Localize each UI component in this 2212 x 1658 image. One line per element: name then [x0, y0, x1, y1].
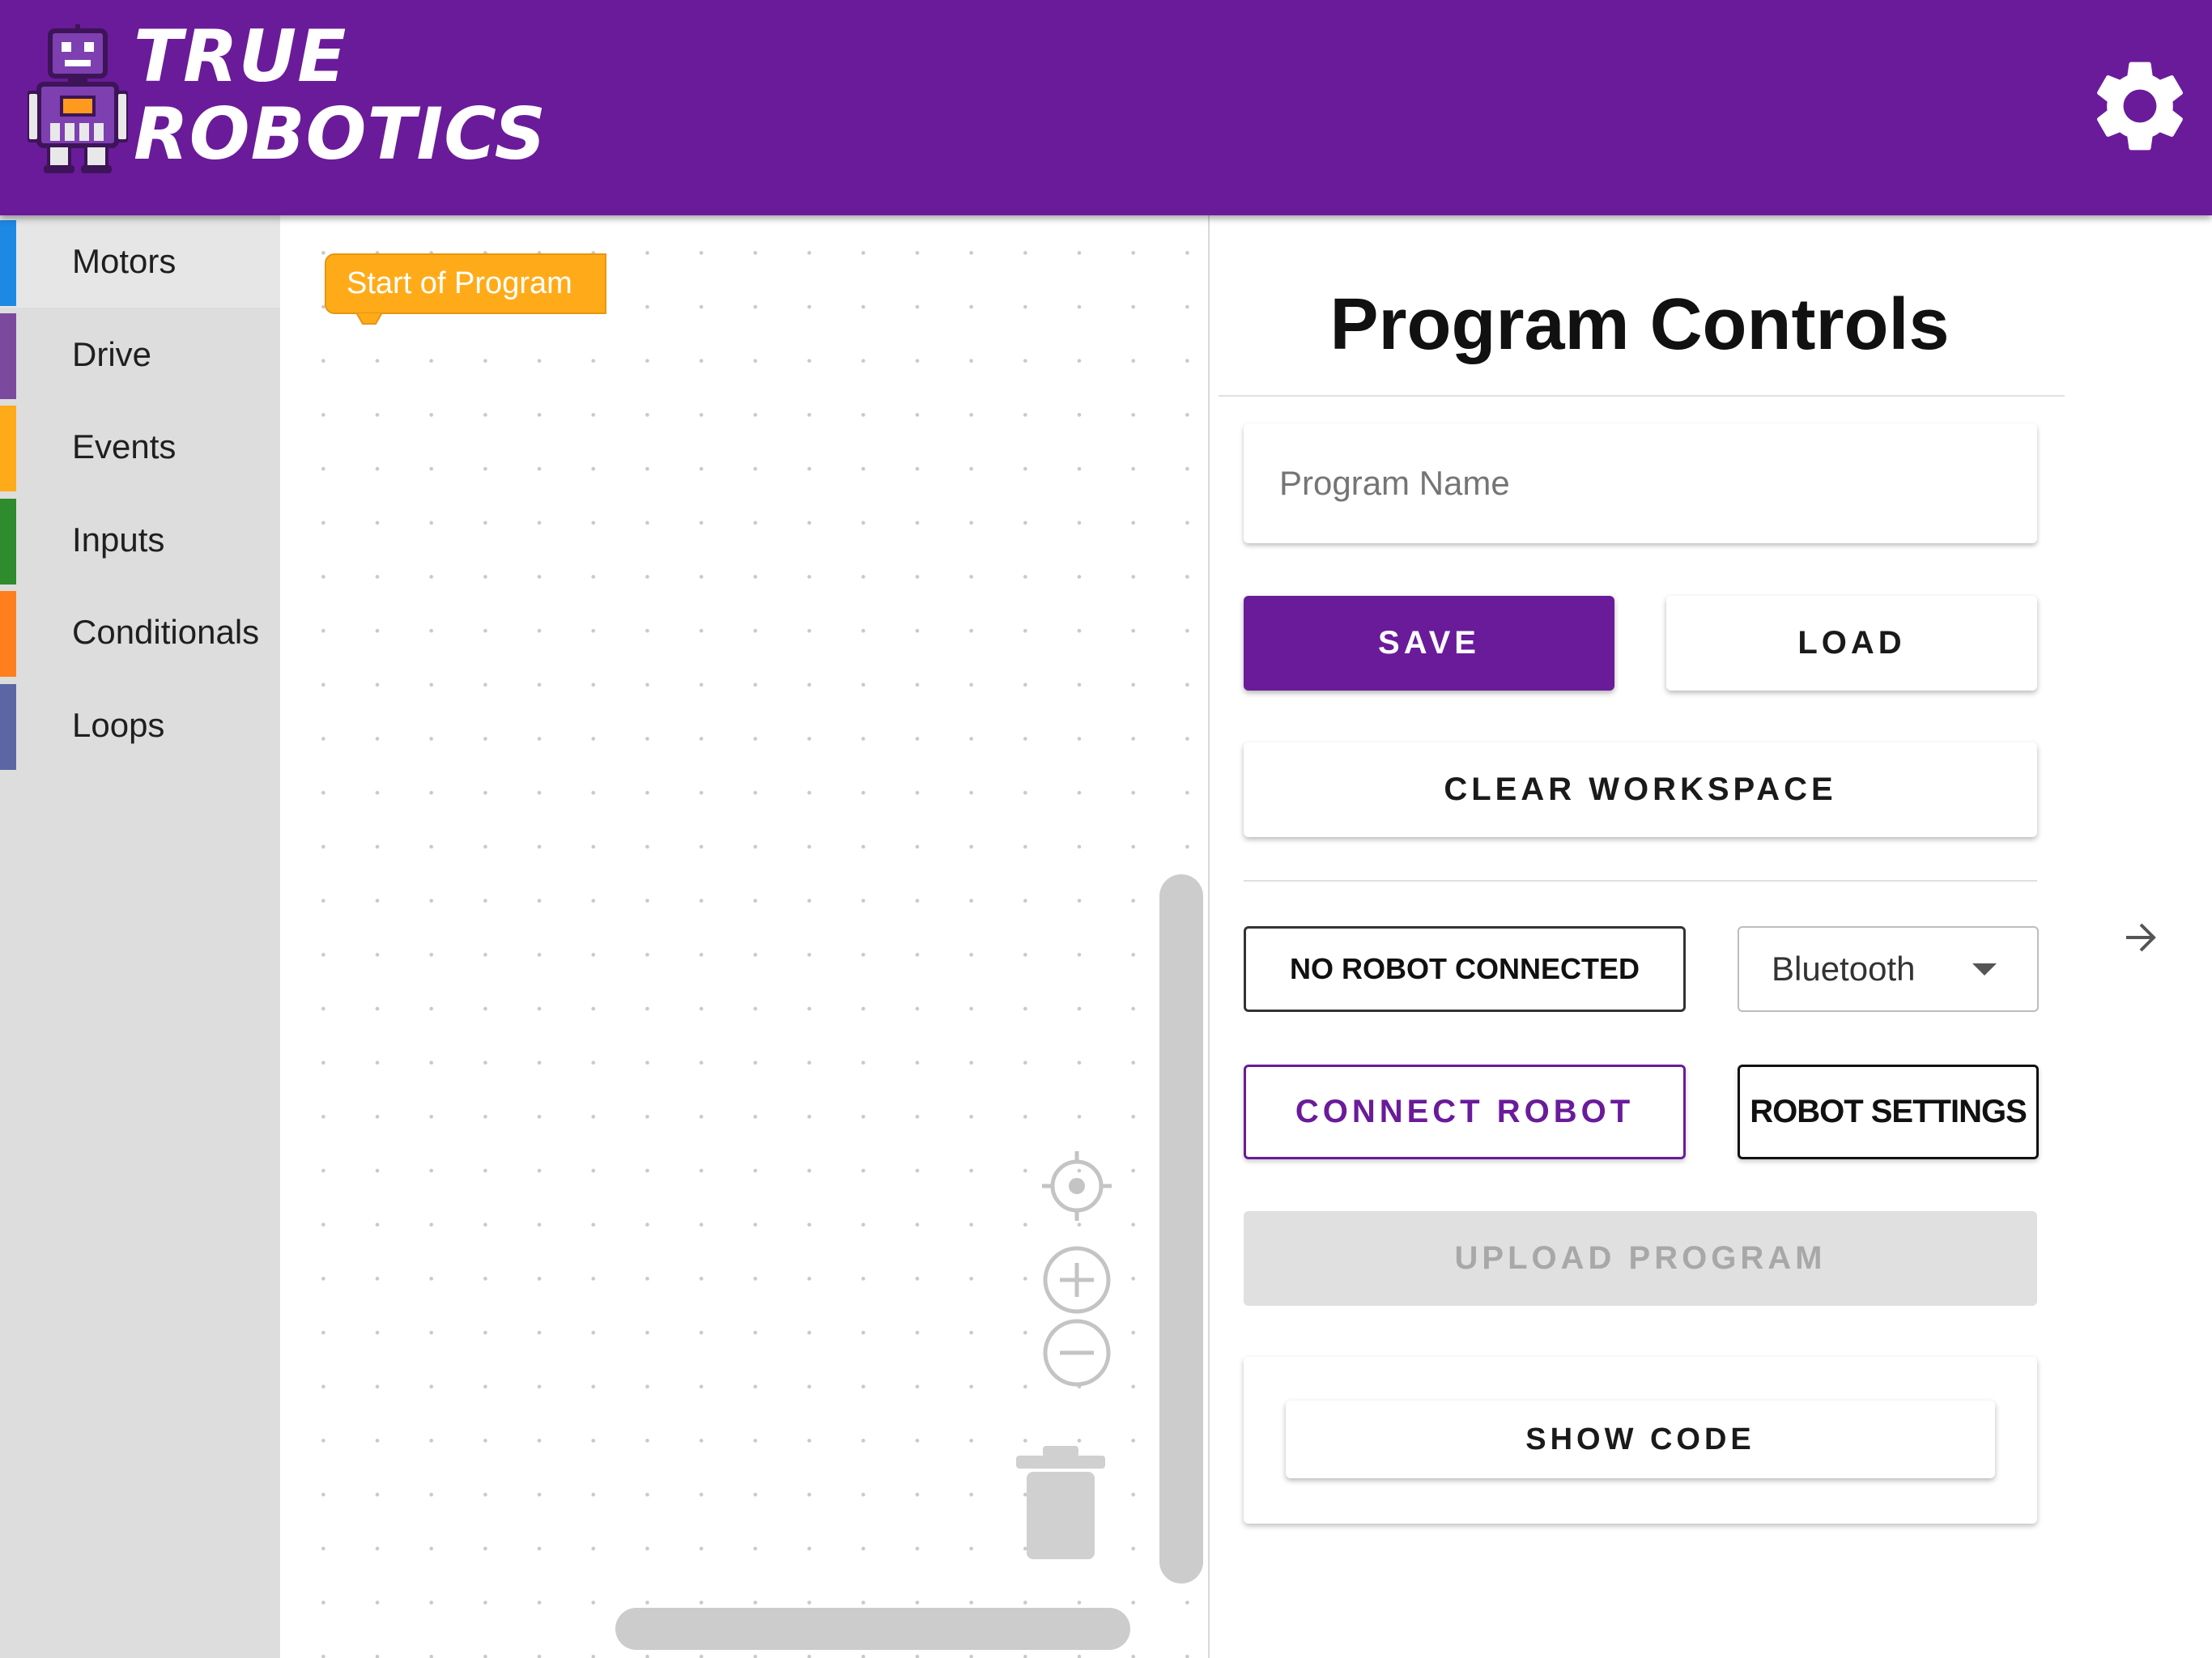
- sidebar-item-loops[interactable]: Loops: [0, 679, 280, 772]
- start-of-program-block[interactable]: Start of Program: [325, 253, 606, 314]
- sidebar-item-inputs[interactable]: Inputs: [0, 494, 280, 586]
- arrow-right-icon[interactable]: [2123, 921, 2159, 954]
- sidebar-item-motors[interactable]: Motors: [0, 215, 280, 308]
- gear-icon[interactable]: [2085, 51, 2195, 161]
- category-color-bar: [0, 220, 16, 306]
- category-color-bar: [0, 683, 16, 770]
- sidebar-item-conditionals[interactable]: Conditionals: [0, 586, 280, 678]
- connect-robot-button[interactable]: CONNECT ROBOT: [1244, 1065, 1686, 1159]
- block-notch: [356, 312, 382, 325]
- load-button[interactable]: LOAD: [1666, 596, 2037, 691]
- robot-settings-button[interactable]: ROBOT SETTINGS: [1738, 1065, 2039, 1159]
- sidebar-item-label: Inputs: [72, 520, 165, 559]
- save-button[interactable]: SAVE: [1244, 596, 1614, 691]
- connection-type-value: Bluetooth: [1772, 950, 1916, 988]
- category-color-bar: [0, 406, 16, 491]
- trash-icon[interactable]: [1012, 1441, 1109, 1562]
- start-block-label: Start of Program: [347, 266, 572, 300]
- chevron-down-icon: [1972, 963, 1997, 976]
- logo-line-1: TRUE: [134, 15, 347, 98]
- clear-workspace-button[interactable]: CLEAR WORKSPACE: [1244, 742, 2037, 837]
- app-logo-text: TRUE ROBOTICS: [134, 18, 547, 173]
- logo-line-2: ROBOTICS: [134, 92, 547, 176]
- upload-program-button: UPLOAD PROGRAM: [1244, 1211, 2037, 1306]
- zoom-in-icon[interactable]: [1042, 1245, 1112, 1315]
- app-header: TRUE ROBOTICS: [0, 0, 2212, 215]
- robot-logo-icon: [28, 24, 128, 173]
- sidebar-item-label: Motors: [72, 242, 177, 280]
- sidebar-item-label: Loops: [72, 705, 165, 744]
- divider: [1244, 880, 2037, 882]
- show-code-button[interactable]: SHOW CODE: [1286, 1401, 1995, 1478]
- connection-type-select[interactable]: Bluetooth: [1738, 926, 2039, 1012]
- zoom-out-icon[interactable]: [1042, 1318, 1112, 1388]
- page-title: Program Controls: [1329, 284, 1950, 365]
- category-color-bar: [0, 591, 16, 677]
- sidebar-item-events[interactable]: Events: [0, 401, 280, 493]
- workspace-vertical-scrollbar[interactable]: [1159, 874, 1203, 1584]
- program-name-input[interactable]: [1244, 423, 2037, 543]
- sidebar-item-label: Conditionals: [72, 613, 260, 651]
- sidebar-item-label: Drive: [72, 334, 152, 373]
- robot-connection-status: NO ROBOT CONNECTED: [1244, 926, 1686, 1012]
- reset-view-icon[interactable]: [1040, 1150, 1113, 1222]
- divider: [1219, 395, 2065, 397]
- sidebar-item-drive[interactable]: Drive: [0, 308, 280, 401]
- category-color-bar: [0, 312, 16, 399]
- block-category-sidebar: Motors Drive Events Inputs Conditionals Loops: [0, 215, 280, 1658]
- category-color-bar: [0, 498, 16, 585]
- sidebar-item-label: Events: [72, 427, 177, 466]
- workspace-horizontal-scrollbar[interactable]: [615, 1608, 1130, 1650]
